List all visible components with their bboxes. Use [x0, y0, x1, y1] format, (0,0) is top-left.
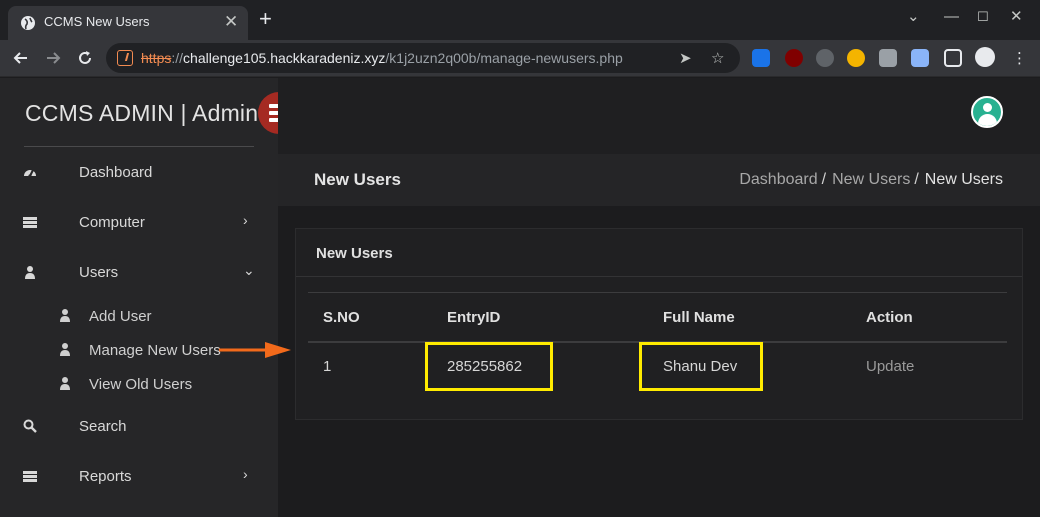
column-header-action: Action [866, 309, 913, 326]
close-window-icon[interactable]: ✕ [1010, 7, 1023, 27]
breadcrumb-current: New Users [924, 171, 1003, 188]
maximize-icon[interactable]: ☐ [977, 7, 989, 27]
sidebar-item-label: Users [79, 264, 119, 281]
tab-title: CCMS New Users [44, 14, 150, 29]
sidebar-item-label: Search [79, 418, 127, 435]
side-panel-icon[interactable] [944, 49, 962, 67]
ublock-icon[interactable] [785, 49, 803, 67]
sidebar-item-dashboard[interactable]: Dashboard [0, 159, 278, 185]
chevron-right-icon: › [243, 212, 248, 228]
sidebar-item-search[interactable]: Search [0, 413, 278, 439]
server-icon [23, 471, 37, 482]
reload-icon[interactable] [75, 48, 95, 68]
new-tab-icon[interactable]: + [259, 8, 272, 30]
card-title: New Users [316, 245, 393, 262]
highlight-box-entry-id [425, 342, 553, 391]
lab-flask-icon[interactable] [911, 49, 929, 67]
sidebar-subitem-label: Manage New Users [89, 342, 221, 359]
app-topbar [278, 78, 1040, 154]
table-border [308, 292, 1007, 293]
minimize-icon[interactable]: — [944, 7, 959, 27]
spy-extension-icon[interactable] [816, 49, 834, 67]
user-icon [25, 266, 35, 279]
tab-search-icon[interactable]: ⌄ [907, 7, 920, 27]
send-icon[interactable]: ➤ [679, 49, 692, 67]
sidebar-subitem-view-old-users[interactable]: View Old Users [0, 372, 278, 396]
user-icon [60, 343, 70, 356]
annotation-arrow-icon [219, 342, 291, 358]
highlight-box-full-name [639, 342, 763, 391]
user-icon [60, 377, 70, 390]
brand-title: CCMS ADMIN | Admin [25, 100, 259, 126]
cell-sno: 1 [323, 358, 332, 375]
sidebar-item-users[interactable]: Users ⌄ [0, 259, 278, 285]
column-header-full-name: Full Name [663, 309, 735, 326]
sidebar-item-label: Reports [79, 468, 132, 485]
insecure-site-icon[interactable] [117, 50, 133, 66]
sidebar-item-computer[interactable]: Computer › [0, 209, 278, 235]
url-text: https://challenge105.hackkaradeniz.xyz/k… [141, 50, 623, 66]
profile-icon[interactable] [975, 47, 995, 67]
card-divider [296, 276, 1022, 277]
bookmark-star-icon[interactable]: ☆ [711, 49, 724, 67]
page-header: New Users Dashboard / New Users / New Users [278, 154, 1040, 206]
walker-extension-icon[interactable] [752, 49, 770, 67]
cookie-extension-icon[interactable] [847, 49, 865, 67]
brand-divider [24, 146, 254, 147]
user-icon [60, 309, 70, 322]
server-icon [23, 217, 37, 228]
address-bar[interactable]: https://challenge105.hackkaradeniz.xyz/k… [106, 43, 740, 73]
search-icon [23, 419, 37, 433]
sidebar-subitem-label: View Old Users [89, 376, 193, 393]
browser-tabstrip: CCMS New Users ✕ + ⌄ — ☐ ✕ [0, 0, 1040, 40]
sidebar-item-label: Computer [79, 214, 145, 231]
breadcrumb: Dashboard / New Users / New Users [739, 171, 1003, 188]
dashboard-icon [24, 169, 36, 178]
sidebar-subitem-add-user[interactable]: Add User [0, 304, 278, 328]
menu-dots-icon[interactable]: ⋮ [1012, 49, 1027, 67]
column-header-sno: S.NO [323, 309, 360, 326]
user-avatar[interactable] [971, 96, 1003, 128]
update-link[interactable]: Update [866, 358, 914, 375]
new-users-card: New Users S.NO EntryID Full Name Action … [295, 228, 1023, 420]
forward-icon[interactable] [43, 48, 63, 68]
sidebar-item-reports[interactable]: Reports › [0, 463, 278, 489]
browser-toolbar: https://challenge105.hackkaradeniz.xyz/k… [0, 40, 1040, 77]
chevron-down-icon: ⌄ [243, 262, 255, 278]
breadcrumb-link-dashboard[interactable]: Dashboard [739, 171, 817, 188]
browser-tab[interactable]: CCMS New Users ✕ [8, 6, 248, 40]
globe-icon [21, 16, 35, 30]
close-tab-icon[interactable]: ✕ [224, 12, 238, 32]
sidebar-subitem-label: Add User [89, 308, 152, 325]
chevron-right-icon: › [243, 466, 248, 482]
page-title: New Users [314, 170, 401, 189]
sidebar: CCMS ADMIN | Admin Dashboard Computer › … [0, 78, 300, 517]
column-header-entry-id: EntryID [447, 309, 501, 326]
back-icon[interactable] [11, 48, 31, 68]
breadcrumb-link-new-users[interactable]: New Users [832, 171, 910, 188]
sidebar-item-label: Dashboard [79, 164, 153, 181]
extensions-puzzle-icon[interactable] [879, 49, 897, 67]
